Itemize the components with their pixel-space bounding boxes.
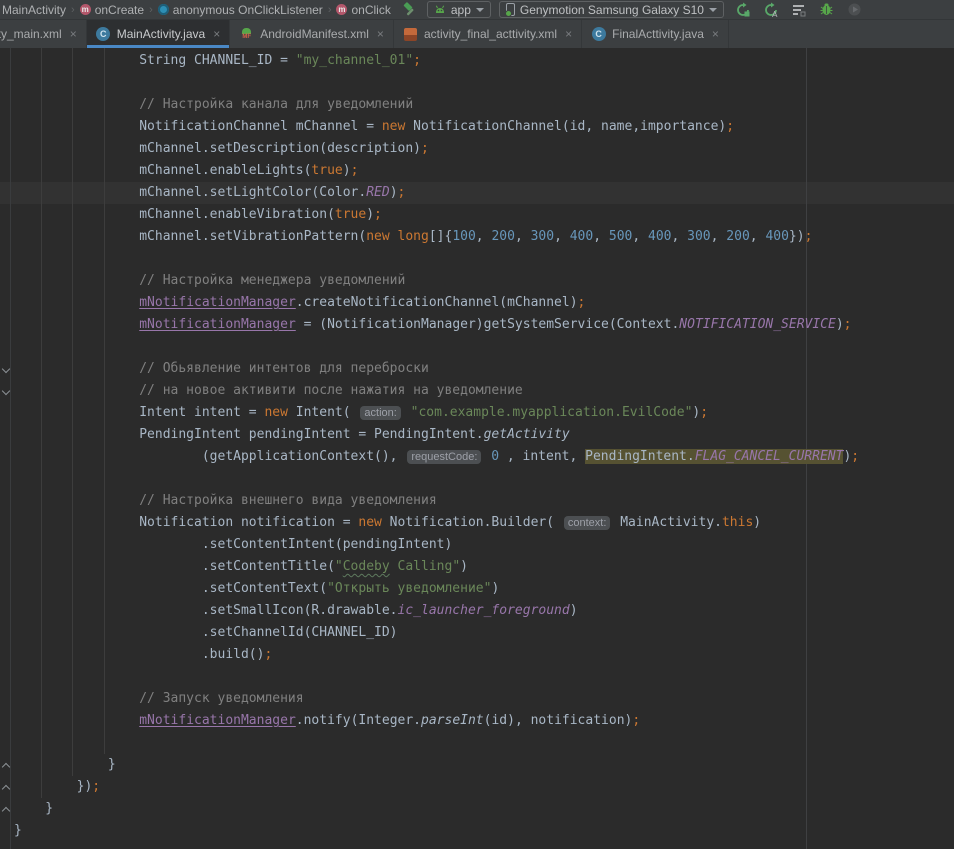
java-class-icon: C [591,27,606,42]
close-icon[interactable]: × [213,27,220,41]
breadcrumb: MainActivity › m onCreate › anonymous OnClick… [0,3,391,17]
code-line[interactable]: mChannel.setDescription(description); [0,138,954,160]
code-line[interactable]: } [0,754,954,776]
profile-disabled-icon [846,1,864,19]
close-icon[interactable]: × [565,27,572,41]
close-icon[interactable]: × [377,27,384,41]
code-line[interactable]: .setSmallIcon(R.drawable.ic_launcher_for… [0,600,954,622]
code-line[interactable]: } [0,820,954,842]
code-line[interactable] [0,336,954,358]
code-line[interactable] [0,72,954,94]
tab-ity_main.xml[interactable]: ity_main.xml × [0,20,87,48]
code-line[interactable]: mChannel.setLightColor(Color.RED); [0,182,954,204]
method-icon: m [336,4,347,15]
device-label: Genymotion Samsung Galaxy S10 [520,3,704,17]
run-config-select[interactable]: app [427,1,491,18]
tab-AndroidManifest.xml[interactable]: MF AndroidManifest.xml × [230,20,394,48]
manifest-icon: MF [239,27,254,42]
code-line[interactable]: // Обьявление интентов для переброски [0,358,954,380]
code-line[interactable]: mNotificationManager = (NotificationMana… [0,314,954,336]
breadcrumb-item[interactable]: m onClick [336,3,390,17]
code-line[interactable]: }); [0,776,954,798]
close-icon[interactable]: × [712,27,719,41]
svg-text:A: A [772,10,778,18]
device-phone-icon [506,3,515,16]
code-line[interactable]: // Настройка внешнего вида уведомления [0,490,954,512]
code-editor[interactable]: String CHANNEL_ID = "my_channel_01"; // … [0,48,954,849]
breadcrumb-label: onClick [351,3,390,17]
toolbar-actions: A [734,1,864,19]
tab-label: MainActivity.java [117,27,205,41]
code-line[interactable]: // Настройка менеджера уведомлений [0,270,954,292]
code-line[interactable]: .setContentIntent(pendingIntent) [0,534,954,556]
apply-code-changes-icon[interactable]: A [762,1,780,19]
debug-icon[interactable] [818,1,836,19]
tab-label: FinalActtivity.java [612,27,704,41]
fold-marker-icon[interactable] [2,365,10,373]
breadcrumb-item[interactable]: MainActivity [2,3,66,17]
layout-xml-icon [403,27,418,42]
tab-MainActivity.java[interactable]: C MainActivity.java × [87,20,231,48]
fold-marker-icon[interactable] [2,783,10,791]
code-line[interactable]: .setContentTitle("Codeby Calling") [0,556,954,578]
anonymous-class-icon [158,4,169,15]
method-icon: m [80,4,91,15]
code-line[interactable]: Notification notification = new Notifica… [0,512,954,534]
fold-marker-icon[interactable] [2,761,10,769]
main-toolbar: MainActivity › m onCreate › anonymous OnClick… [0,0,954,20]
chevron-down-icon [476,8,484,12]
breadcrumb-item[interactable]: m onCreate [80,3,144,17]
breadcrumb-label: MainActivity [2,3,66,17]
code-line[interactable]: mNotificationManager.notify(Integer.pars… [0,710,954,732]
code-line[interactable] [0,666,954,688]
code-line[interactable] [0,248,954,270]
breadcrumb-separator: › [328,4,332,16]
android-robot-icon [434,3,446,17]
breadcrumb-label: onCreate [95,3,144,17]
close-icon[interactable]: × [70,27,77,41]
code-line[interactable] [0,732,954,754]
device-select[interactable]: Genymotion Samsung Galaxy S10 [499,1,724,18]
code-line[interactable]: .setChannelId(CHANNEL_ID) [0,622,954,644]
editor-tab-bar: ity_main.xml × C MainActivity.java × MF Androi… [0,20,954,48]
tab-FinalActtivity.java[interactable]: C FinalActtivity.java × [582,20,729,48]
profiler-icon[interactable] [790,1,808,19]
code-line[interactable]: } [0,798,954,820]
code-line[interactable]: .build(); [0,644,954,666]
code-line[interactable]: String CHANNEL_ID = "my_channel_01"; [0,50,954,72]
build-hammer-icon[interactable] [401,1,419,19]
tab-label: activity_final_acttivity.xml [424,27,557,41]
tab-label: ity_main.xml [0,27,62,41]
code-line[interactable]: NotificationChannel mChannel = new Notif… [0,116,954,138]
code-line[interactable]: PendingIntent pendingIntent = PendingInt… [0,424,954,446]
code-line[interactable]: // Настройка канала для уведомлений [0,94,954,116]
code-line[interactable]: // Запуск уведомления [0,688,954,710]
fold-marker-icon[interactable] [2,805,10,813]
run-config-label: app [451,3,471,17]
code-line[interactable]: mChannel.setVibrationPattern(new long[]{… [0,226,954,248]
code-line[interactable]: .setContentText("Открыть уведомление") [0,578,954,600]
code-line[interactable]: mNotificationManager.createNotificationC… [0,292,954,314]
code-area[interactable]: String CHANNEL_ID = "my_channel_01"; // … [0,50,954,842]
fold-marker-icon[interactable] [2,387,10,395]
code-line[interactable] [0,468,954,490]
breadcrumb-separator: › [71,4,75,16]
code-line[interactable]: mChannel.enableLights(true); [0,160,954,182]
code-line[interactable]: mChannel.enableVibration(true); [0,204,954,226]
code-line[interactable]: (getApplicationContext(), requestCode: 0… [0,446,954,468]
breadcrumb-label: anonymous OnClickListener [173,3,323,17]
breadcrumb-item[interactable]: anonymous OnClickListener [158,3,323,17]
code-line[interactable]: // на новое активити после нажатия на ув… [0,380,954,402]
chevron-down-icon [709,8,717,12]
tab-label: AndroidManifest.xml [260,27,369,41]
breadcrumb-separator: › [149,4,153,16]
tab-activity_final_acttivity.xml[interactable]: activity_final_acttivity.xml × [394,20,582,48]
apply-changes-icon[interactable] [734,1,752,19]
code-line[interactable]: Intent intent = new Intent( action: "com… [0,402,954,424]
java-class-icon: C [96,27,111,42]
